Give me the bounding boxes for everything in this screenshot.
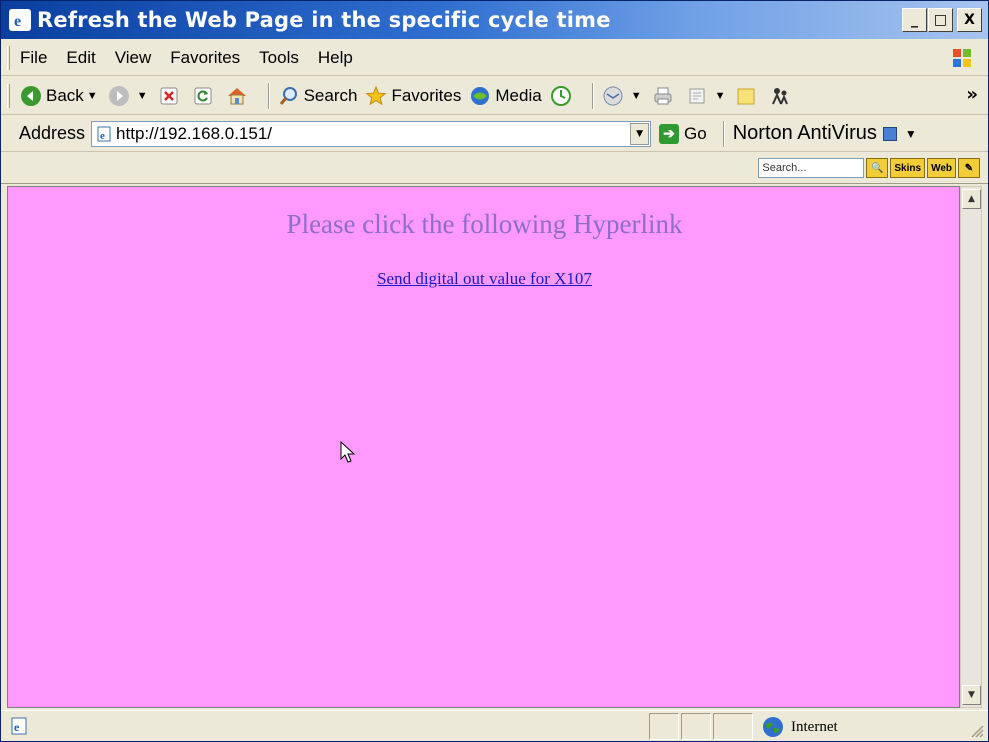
mouse-cursor-icon — [340, 441, 356, 463]
print-icon — [654, 87, 672, 104]
toolbar-grip[interactable] — [7, 83, 10, 108]
search-icon — [279, 86, 297, 105]
menu-file[interactable]: File — [20, 48, 47, 68]
status-pane — [649, 713, 679, 740]
norton-antivirus-button[interactable]: Norton AntiVirus ▼ — [722, 120, 917, 147]
page-status-icon: e — [11, 717, 27, 735]
toolbar-separator — [267, 82, 270, 109]
status-pane — [713, 713, 753, 740]
history-icon — [550, 85, 571, 106]
resize-grip-icon[interactable] — [968, 722, 984, 738]
media-label: Media — [495, 85, 542, 105]
send-digital-out-link[interactable]: Send digital out value for X107 — [8, 269, 959, 289]
edit-button[interactable]: ▼ — [686, 85, 728, 107]
favorites-label: Favorites — [391, 85, 462, 105]
toolbar-search-icon[interactable]: 🔍 — [866, 158, 889, 178]
svg-text:e: e — [100, 130, 105, 142]
vertical-scrollbar[interactable]: ▲ ▼ — [960, 186, 982, 708]
forward-arrow-icon — [108, 85, 129, 106]
star-icon — [365, 85, 388, 105]
search-toolbar: Search... 🔍 Skins Web ✎ — [1, 153, 988, 184]
address-url: http://192.168.0.151/ — [116, 123, 273, 143]
menu-help[interactable]: Help — [318, 48, 353, 68]
zone-label: Internet — [791, 718, 838, 735]
search-button[interactable]: Search — [278, 85, 358, 107]
scroll-down-button[interactable]: ▼ — [962, 685, 981, 705]
status-bar: e Internet — [1, 710, 988, 741]
web-button[interactable]: Web — [927, 158, 956, 178]
messenger-button[interactable] — [769, 85, 795, 107]
address-input[interactable]: e http://192.168.0.151/ ▼ — [91, 120, 652, 147]
norton-disk-icon — [882, 126, 897, 141]
windows-flag-icon — [953, 49, 971, 67]
norton-dropdown-icon[interactable]: ▼ — [905, 127, 917, 141]
status-pane — [681, 713, 711, 740]
back-button[interactable]: Back ▼ — [20, 85, 100, 107]
address-label: Address — [19, 123, 86, 143]
internet-globe-icon — [763, 717, 783, 737]
stop-icon — [160, 87, 178, 104]
menu-favorites[interactable]: Favorites — [170, 48, 240, 68]
toolbar-overflow-chevron[interactable]: » — [966, 84, 978, 105]
back-dropdown-icon[interactable]: ▼ — [87, 90, 98, 102]
toolbar-separator — [722, 120, 725, 147]
history-button[interactable] — [550, 85, 576, 107]
home-button[interactable] — [226, 85, 252, 107]
address-bar: Address e http://192.168.0.151/ ▼ ➔ Go N… — [1, 116, 988, 152]
home-icon — [227, 87, 246, 104]
refresh-button[interactable] — [192, 85, 218, 107]
menu-tools[interactable]: Tools — [259, 48, 299, 68]
highlight-icon[interactable]: ✎ — [958, 158, 980, 178]
ie-icon: e — [9, 9, 31, 31]
toolbar-search-input[interactable]: Search... — [758, 158, 865, 178]
standard-toolbar: Back ▼ ▼ Search Favorites Media ▼ ▼ » — [1, 77, 988, 115]
status-panes — [649, 713, 755, 740]
page-icon: e — [97, 126, 111, 142]
back-label: Back — [46, 85, 84, 105]
menu-view[interactable]: View — [115, 48, 152, 68]
title-bar[interactable]: e Refresh the Web Page in the specific c… — [1, 1, 988, 39]
media-icon — [471, 86, 490, 105]
media-button[interactable]: Media — [469, 85, 542, 107]
window-controls: _ □ X — [901, 8, 982, 32]
edit-page-icon — [689, 88, 705, 103]
page-content: Please click the following Hyperlink Sen… — [7, 186, 960, 708]
page-heading: Please click the following Hyperlink — [286, 209, 683, 239]
search-label: Search — [303, 85, 358, 105]
mail-icon — [603, 86, 623, 105]
address-dropdown-icon[interactable]: ▼ — [630, 122, 650, 145]
go-arrow-icon: ➔ — [659, 123, 680, 144]
maximize-button[interactable]: □ — [928, 8, 953, 32]
menu-edit[interactable]: Edit — [66, 48, 95, 68]
forward-dropdown-icon[interactable]: ▼ — [137, 90, 148, 102]
toolbar-separator — [591, 82, 594, 109]
mail-dropdown-icon[interactable]: ▼ — [631, 90, 642, 102]
go-button[interactable]: ➔ Go — [659, 123, 707, 144]
stop-button[interactable] — [158, 85, 184, 107]
note-icon — [737, 88, 755, 104]
window-title: Refresh the Web Page in the specific cyc… — [37, 8, 611, 32]
refresh-icon — [194, 87, 212, 104]
menu-bar: File Edit View Favorites Tools Help — [1, 40, 988, 76]
close-button[interactable]: X — [957, 8, 982, 32]
go-label: Go — [684, 123, 707, 143]
forward-button[interactable]: ▼ — [108, 85, 150, 107]
browser-window: e Refresh the Web Page in the specific c… — [0, 0, 989, 742]
toolbar-grip[interactable] — [7, 45, 10, 70]
scroll-up-button[interactable]: ▲ — [962, 189, 981, 209]
mail-button[interactable]: ▼ — [602, 85, 644, 107]
minimize-button[interactable]: _ — [902, 8, 927, 32]
svg-text:e: e — [14, 13, 21, 29]
skins-button[interactable]: Skins — [890, 158, 926, 178]
print-button[interactable] — [652, 85, 678, 107]
back-arrow-icon — [21, 85, 41, 106]
favorites-button[interactable]: Favorites — [365, 85, 461, 107]
svg-text:e: e — [14, 720, 20, 734]
security-zone[interactable]: Internet — [761, 715, 838, 739]
norton-label: Norton AntiVirus — [732, 122, 877, 144]
discuss-button[interactable] — [735, 85, 761, 107]
messenger-icon — [772, 87, 789, 104]
edit-dropdown-icon[interactable]: ▼ — [715, 90, 726, 102]
